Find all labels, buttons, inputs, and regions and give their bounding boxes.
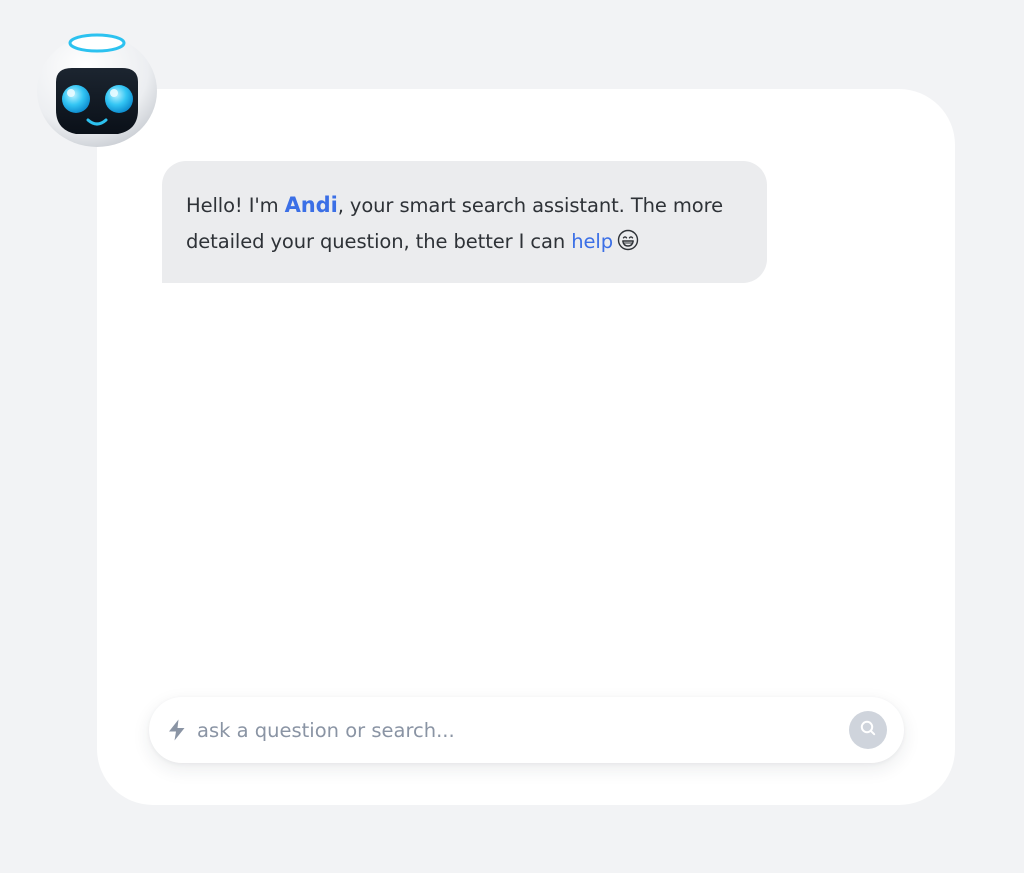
search-button[interactable] bbox=[849, 711, 887, 749]
lightning-bolt-icon bbox=[165, 718, 189, 742]
search-input[interactable] bbox=[197, 710, 837, 750]
help-link[interactable]: help bbox=[571, 230, 613, 253]
message-intro-text: Hello! I'm bbox=[186, 194, 285, 217]
grinning-face-icon bbox=[617, 227, 639, 263]
robot-avatar-icon bbox=[36, 30, 158, 148]
assistant-message-bubble: Hello! I'm Andi, your smart search assis… bbox=[162, 161, 767, 283]
search-bar bbox=[149, 697, 904, 763]
search-icon bbox=[859, 719, 877, 741]
assistant-name: Andi bbox=[284, 193, 338, 217]
